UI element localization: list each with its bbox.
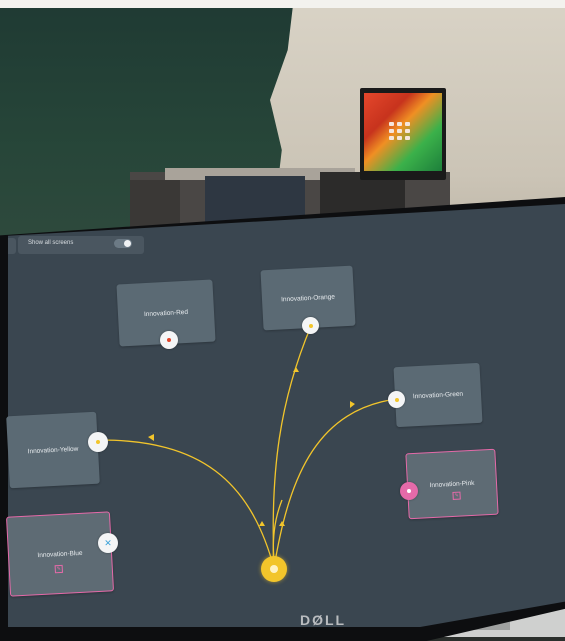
link-dot-icon: [394, 397, 399, 402]
node-port-blue[interactable]: ✕: [98, 533, 118, 553]
node-label: Innovation-Blue: [37, 549, 83, 559]
status-dot-icon: [167, 338, 171, 342]
node-label: Innovation-Green: [412, 390, 464, 400]
node-port-red[interactable]: [160, 331, 178, 349]
node-card-yellow[interactable]: Innovation-Yellow: [6, 411, 100, 489]
node-card-pink[interactable]: Innovation-Pink ✎: [405, 448, 499, 520]
node-label: Innovation-Yellow: [27, 445, 79, 455]
arrow-head-icon: [350, 401, 355, 408]
show-all-screens-label: Show all screens: [28, 240, 74, 246]
node-label: Innovation-Pink: [429, 479, 475, 489]
collapse-tab[interactable]: [8, 238, 16, 254]
node-port-pink[interactable]: [400, 482, 418, 500]
hub-center-dot: [270, 565, 278, 573]
arrow-head-icon: [293, 367, 299, 372]
edit-icon[interactable]: ✎: [452, 491, 461, 500]
link-green: [273, 398, 397, 569]
link-yellow: [99, 439, 275, 569]
node-card-blue[interactable]: Innovation-Blue ✎: [5, 511, 115, 597]
node-label: Innovation-Red: [143, 308, 189, 318]
link-dot-icon: [96, 440, 100, 444]
node-label: Innovation-Orange: [280, 293, 336, 303]
node-card-green[interactable]: Innovation-Green: [393, 362, 483, 428]
link-orange: [272, 325, 312, 569]
arrow-head-icon: [259, 521, 265, 526]
arrow-head-icon: [148, 434, 154, 441]
link-dot-icon: [308, 323, 313, 328]
node-port-green[interactable]: [388, 391, 405, 408]
edit-icon[interactable]: ✎: [54, 564, 63, 574]
toggle-knob[interactable]: [124, 240, 131, 247]
close-icon: ✕: [104, 537, 112, 548]
node-port-yellow[interactable]: [88, 432, 108, 452]
node-port-orange[interactable]: [302, 317, 319, 334]
monitor-brand-logo: DØLL: [300, 612, 347, 628]
link-dot-icon: [407, 489, 411, 493]
